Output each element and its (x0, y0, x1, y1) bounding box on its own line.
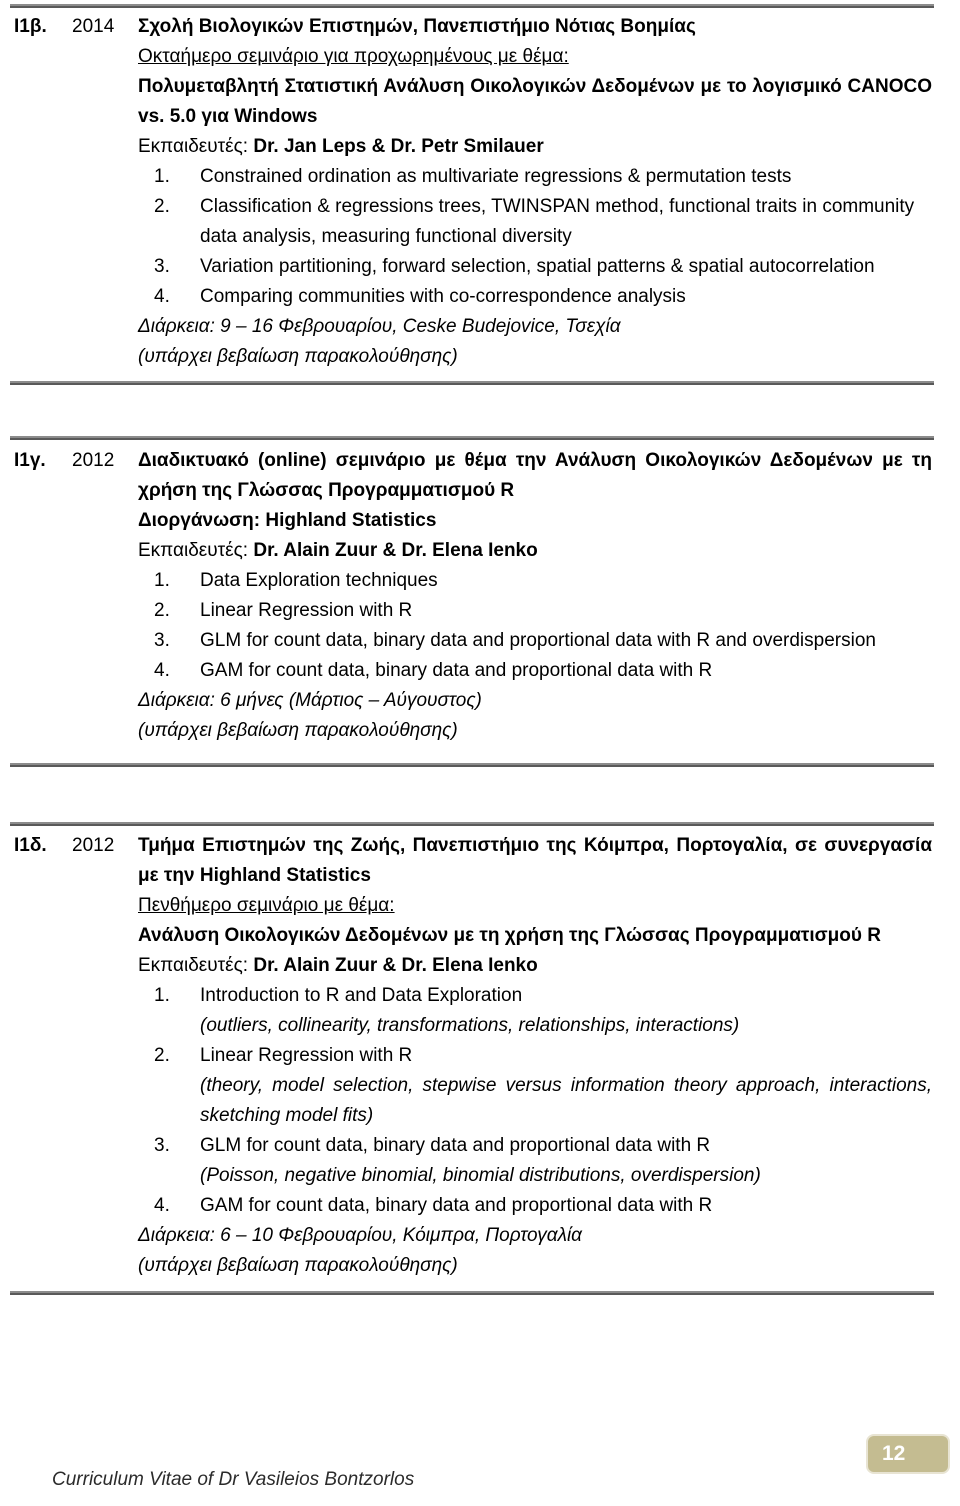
list-item-subtext: (theory, model selection, stepwise versu… (200, 1075, 932, 1126)
entry-year: 2012 (72, 835, 115, 856)
section-divider-3 (10, 763, 934, 767)
list-item-text: GLM for count data, binary data and prop… (200, 630, 876, 651)
list-item-text: Linear Regression with R (200, 1045, 413, 1066)
list-item: Classification & regressions trees, TWIN… (154, 192, 932, 252)
entry-code: I1γ. (14, 450, 46, 471)
section-divider-top (10, 4, 934, 8)
list-item-text: GAM for count data, binary data and prop… (200, 660, 713, 681)
entry-item-list: Introduction to R and Data Exploration (… (138, 981, 932, 1221)
list-item: Linear Regression with R (154, 596, 932, 626)
entry-instructors: Εκπαιδευτές: Dr. Alain Zuur & Dr. Elena … (138, 951, 932, 981)
list-item: GLM for count data, binary data and prop… (154, 626, 932, 656)
entry-title: Σχολή Βιολογικών Επιστημών, Πανεπιστήμιο… (138, 16, 696, 37)
list-item: Introduction to R and Data Exploration (… (154, 981, 932, 1041)
instructors-label: Εκπαιδευτές: (138, 955, 249, 976)
entry-subtitle: Πενθήμερο σεμινάριο με θέμα: (138, 895, 395, 916)
list-item-text: Comparing communities with co-correspond… (200, 286, 686, 307)
list-item-text: GLM for count data, binary data and prop… (200, 1135, 711, 1156)
section-divider-4 (10, 822, 934, 826)
list-item-text: Introduction to R and Data Exploration (200, 985, 523, 1006)
list-item: GLM for count data, binary data and prop… (154, 1131, 932, 1191)
list-item-text: Constrained ordination as multivariate r… (200, 166, 792, 187)
list-item-text: Variation partitioning, forward selectio… (200, 256, 875, 277)
section-divider-bottom (10, 1291, 934, 1295)
entry-duration: Διάρκεια: 6 μήνες (Μάρτιος – Αύγουστος) (138, 690, 482, 711)
footer-text: Curriculum Vitae of Dr Vasileios Bontzor… (52, 1469, 415, 1490)
instructors-label: Εκπαιδευτές: (138, 540, 249, 561)
entry-code: I1β. (14, 16, 47, 37)
list-item-text: Classification & regressions trees, TWIN… (200, 196, 915, 247)
entry-year: 2012 (72, 450, 115, 471)
list-item: GAM for count data, binary data and prop… (154, 656, 932, 686)
entry-topic: Πολυμεταβλητή Στατιστική Ανάλυση Οικολογ… (138, 76, 932, 127)
entry-topic: Ανάλυση Οικολογικών Δεδομένων με τη χρήσ… (138, 925, 881, 946)
cv-entry-i1d: I1δ. 2012 Τμήμα Επιστημών της Ζωής, Πανε… (0, 831, 960, 1281)
entry-certificate: (υπάρχει βεβαίωση παρακολούθησης) (138, 720, 458, 741)
entry-duration: Διάρκεια: 9 – 16 Φεβρουαρίου, Ceske Bude… (138, 316, 621, 337)
cv-entry-i1g: I1γ. 2012 Διαδικτυακό (online) σεμινάριο… (0, 446, 960, 746)
section-divider-1 (10, 381, 934, 385)
cv-entry-i1b: I1β. 2014 Σχολή Βιολογικών Επιστημών, Πα… (0, 12, 960, 372)
list-item-subtext: (outliers, collinearity, transformations… (200, 1015, 740, 1036)
entry-code: I1δ. (14, 835, 47, 856)
entry-subtitle: Οκταήμερο σεμινάριο για προχωρημένους με… (138, 46, 569, 67)
entry-duration: Διάρκεια: 6 – 10 Φεβρουαρίου, Κόιμπρα, Π… (138, 1225, 583, 1246)
page-number: 12 (882, 1442, 906, 1465)
entry-certificate: (υπάρχει βεβαίωση παρακολούθησης) (138, 346, 458, 367)
instructors-names: Dr. Alain Zuur & Dr. Elena Ienko (253, 540, 538, 561)
entry-organizer: Διοργάνωση: Highland Statistics (138, 510, 437, 531)
entry-instructors: Εκπαιδευτές: Dr. Alain Zuur & Dr. Elena … (138, 536, 932, 566)
list-item-text: Data Exploration techniques (200, 570, 438, 591)
document-page: I1β. 2014 Σχολή Βιολογικών Επιστημών, Πα… (0, 0, 960, 1506)
list-item-text: GAM for count data, binary data and prop… (200, 1195, 713, 1216)
entry-year: 2014 (72, 16, 115, 37)
entry-body: Σχολή Βιολογικών Επιστημών, Πανεπιστήμιο… (138, 12, 960, 372)
instructors-names: Dr. Jan Leps & Dr. Petr Smilauer (253, 136, 544, 157)
list-item: GAM for count data, binary data and prop… (154, 1191, 932, 1221)
instructors-names: Dr. Alain Zuur & Dr. Elena Ienko (253, 955, 538, 976)
list-item: Data Exploration techniques (154, 566, 932, 596)
entry-title: Τμήμα Επιστημών της Ζωής, Πανεπιστήμιο τ… (138, 835, 932, 886)
entry-instructors: Εκπαιδευτές: Dr. Jan Leps & Dr. Petr Smi… (138, 132, 932, 162)
entry-title: Διαδικτυακό (online) σεμινάριο με θέμα τ… (138, 450, 932, 501)
entry-item-list: Constrained ordination as multivariate r… (138, 162, 932, 312)
section-divider-2 (10, 436, 934, 440)
page-number-badge: 12 (866, 1434, 950, 1474)
instructors-label: Εκπαιδευτές: (138, 136, 249, 157)
list-item: Constrained ordination as multivariate r… (154, 162, 932, 192)
entry-certificate: (υπάρχει βεβαίωση παρακολούθησης) (138, 1255, 458, 1276)
list-item-text: Linear Regression with R (200, 600, 413, 621)
list-item: Linear Regression with R (theory, model … (154, 1041, 932, 1131)
entry-body: Διαδικτυακό (online) σεμινάριο με θέμα τ… (138, 446, 960, 746)
list-item: Variation partitioning, forward selectio… (154, 252, 932, 282)
list-item-subtext: (Poisson, negative binomial, binomial di… (200, 1165, 761, 1186)
list-item: Comparing communities with co-correspond… (154, 282, 932, 312)
entry-body: Τμήμα Επιστημών της Ζωής, Πανεπιστήμιο τ… (138, 831, 960, 1281)
entry-item-list: Data Exploration techniques Linear Regre… (138, 566, 932, 686)
